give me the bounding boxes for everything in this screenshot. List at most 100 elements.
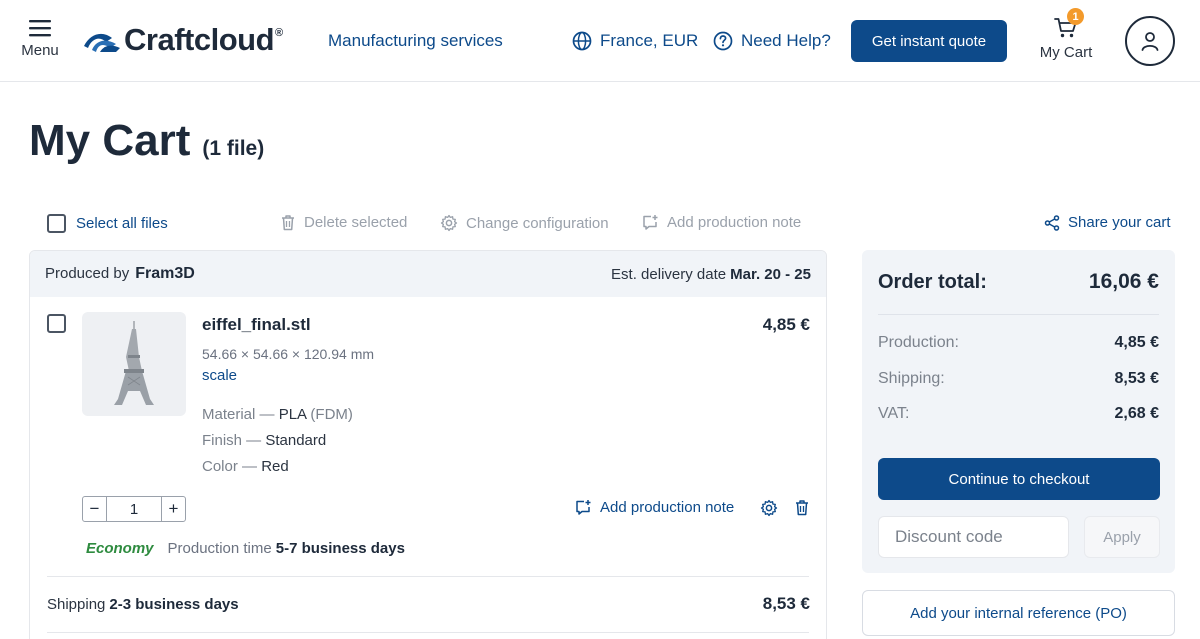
color-label: Color — [202,458,258,475]
quantity-input[interactable]: 1 [106,497,162,521]
delivery-label: Est. delivery date [611,265,727,283]
globe-icon [572,31,592,51]
color-spec: Color — Red [202,458,289,475]
apply-discount-button[interactable]: Apply [1084,516,1160,558]
material-value: PLA [278,406,307,423]
divider [47,632,809,633]
get-instant-quote-button[interactable]: Get instant quote [851,20,1007,62]
shipping-cost-label: Shipping: [878,370,945,387]
menu-label: Menu [21,42,59,59]
add-internal-reference-button[interactable]: Add your internal reference (PO) [862,590,1175,636]
account-button[interactable] [1125,16,1175,66]
note-add-icon [576,500,591,515]
production-speed: Economy [86,540,154,557]
item-delete-button[interactable] [794,499,810,521]
produced-by-label: Produced by [45,265,130,282]
production-cost-value: 4,85 € [1114,334,1159,351]
share-icon [1044,214,1060,231]
quantity-decrease-button[interactable]: − [83,497,106,521]
eiffel-tower-model-icon [114,321,154,405]
add-production-note-toolbar-button[interactable]: Add production note [642,214,801,231]
quantity-stepper: − 1 + [82,496,186,522]
vendor-header: Produced by Fram3D Est. delivery date Mar.… [30,251,826,297]
add-production-note-label: Add production note [667,214,802,231]
change-configuration-button[interactable]: Change configuration [440,214,609,232]
color-value: Red [261,458,289,475]
manufacturing-services-link[interactable]: Manufacturing services [328,31,503,51]
delivery-date: Mar. 20 - 25 [730,265,811,283]
shipping-price: 8,53 € [762,594,810,613]
cart-count-badge: 1 [1067,8,1084,25]
note-add-icon [643,215,658,230]
scale-link[interactable]: scale [202,367,237,384]
delete-selected-button[interactable]: Delete selected [280,214,407,231]
delivery-estimate: Est. delivery date Mar. 20 - 25 [611,266,811,283]
order-total-value: 16,06 € [1088,270,1159,293]
material-process: (FDM) [310,406,353,423]
help-icon [713,31,733,51]
cart-icon-wrap: 1 [1053,8,1084,40]
select-all-files[interactable]: Select all files [47,214,168,233]
produced-by: Produced by Fram3D [45,265,195,283]
brand-logo[interactable]: Craftcloud ® [82,22,283,58]
brand-name: Craftcloud [124,22,275,57]
file-name: eiffel_final.stl [202,315,311,334]
share-cart-button[interactable]: Share your cart [1044,214,1171,231]
order-total-label: Order total: [878,271,987,293]
menu-button[interactable]: Menu [20,18,60,59]
cart-label: My Cart [1039,44,1093,61]
region-selector[interactable]: France, EUR [572,31,698,51]
vat-value: 2,68 € [1114,405,1159,422]
item-price: 4,85 € [762,315,810,334]
gear-icon [440,214,458,232]
select-all-checkbox[interactable] [47,214,66,233]
finish-spec: Finish — Standard [202,432,326,449]
summary-production-row: Production: 4,85 € [878,334,1159,352]
hamburger-icon [29,20,51,37]
shipping-label: Shipping [47,596,106,613]
my-cart-link[interactable]: 1 My Cart [1034,8,1098,61]
share-cart-label: Share your cart [1068,214,1171,231]
trash-icon [282,215,294,231]
trash-icon [796,500,808,516]
user-icon [1141,32,1159,51]
divider [47,576,809,577]
finish-value: Standard [265,432,327,449]
select-all-label: Select all files [76,215,168,232]
production-time: Economy Production time 5-7 business day… [86,540,405,557]
production-cost-label: Production: [878,334,959,351]
continue-to-checkout-button[interactable]: Continue to checkout [878,458,1160,500]
item-select-checkbox[interactable] [47,314,66,333]
vendor-cart-card: Produced by Fram3D Est. delivery date Mar.… [29,250,827,639]
item-add-production-note-button[interactable]: Add production note [575,499,734,516]
finish-label: Finish — [202,432,262,449]
divider [878,314,1159,315]
order-summary: Order total: 16,06 € Production: 4,85 € … [862,250,1175,573]
shipping-time: Shipping 2-3 business days [47,596,239,613]
shipping-cost-value: 8,53 € [1114,370,1159,387]
model-dimensions: 54.66 × 54.66 × 120.94 mm [202,346,375,362]
help-link[interactable]: Need Help? [713,31,831,51]
material-spec: Material — PLA (FDM) [202,406,353,423]
craftcloud-logo-icon [84,33,120,52]
quantity-increase-button[interactable]: + [162,497,185,521]
item-add-note-label: Add production note [600,499,735,516]
summary-shipping-row: Shipping: 8,53 € [878,370,1159,388]
item-configure-button[interactable] [760,499,778,522]
region-label: France, EUR [600,31,699,50]
top-header: Menu Craftcloud ® Manufacturing services… [0,0,1200,82]
vendor-name: Fram3D [135,265,195,282]
file-count: (1 file) [202,137,265,160]
shipping-time-value: 2-3 business days [109,596,239,613]
summary-vat-row: VAT: 2,68 € [878,405,1159,423]
model-thumbnail[interactable] [82,312,186,416]
material-label: Material — [202,406,275,423]
delete-selected-label: Delete selected [304,214,408,231]
page-title: My Cart (1 file) [29,116,264,166]
change-configuration-label: Change configuration [466,214,609,232]
gear-icon [760,499,778,517]
page-heading: My Cart [29,116,191,165]
discount-code-input[interactable] [878,516,1069,558]
production-time-label: Production time [167,540,272,557]
production-time-value: 5-7 business days [275,540,405,557]
